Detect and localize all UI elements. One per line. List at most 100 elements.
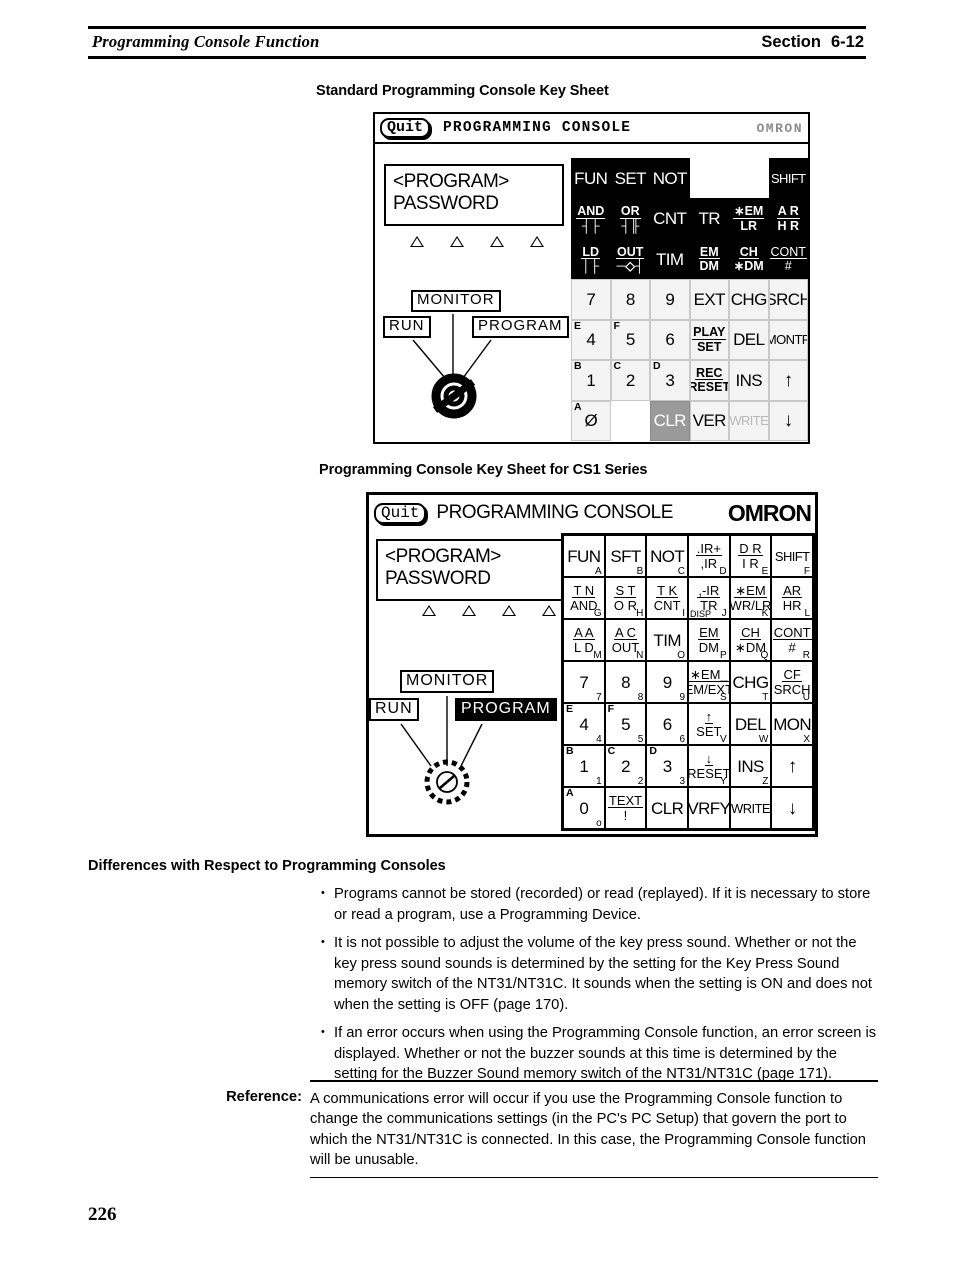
- key-stacked-label: A AL D: [573, 626, 595, 654]
- key-3[interactable]: D33: [646, 745, 688, 787]
- quit-button[interactable]: Quit: [380, 118, 431, 138]
- key-8[interactable]: 88: [604, 661, 647, 703]
- key-6[interactable]: 6: [650, 319, 690, 361]
- key-write[interactable]: WRITE: [729, 787, 772, 829]
- key-label: SHIFT: [770, 170, 806, 186]
- key-blank[interactable]: ↑: [771, 745, 813, 787]
- key-play-set[interactable]: PLAY SET: [689, 319, 729, 361]
- key-stacked-label: OR ┤╟: [619, 205, 641, 232]
- differences-section: Differences with Respect to Programming …: [88, 858, 878, 1093]
- key-blank[interactable]: AØ: [571, 400, 611, 441]
- key-a-c-out[interactable]: A C OUT N: [604, 619, 647, 661]
- key-alpha-label: L: [804, 608, 810, 619]
- key-tim[interactable]: TIM: [650, 238, 690, 280]
- standard-keypad-grid: FUN SET NOT SHIFT AND ┤├ OR ┤╟ CNT TR ∗EM LR A RH R L…: [571, 158, 808, 441]
- key-label: DEL: [734, 714, 767, 734]
- key-a-a-l-d[interactable]: A AL DM: [563, 619, 605, 661]
- key-5[interactable]: F55: [604, 703, 647, 745]
- key-s-t-o-r[interactable]: S TO RH: [604, 577, 647, 619]
- key-t-k-cnt[interactable]: T K CNT I: [646, 577, 688, 619]
- key-shift[interactable]: SHIFT: [768, 158, 808, 199]
- key-upper-label: S T: [614, 583, 637, 598]
- key-write[interactable]: WRITE: [729, 400, 769, 441]
- key-cont[interactable]: CONT # R: [771, 619, 813, 661]
- key-ch-dm[interactable]: CH ∗DM Q: [729, 619, 772, 661]
- key-em-em-ext[interactable]: ∗EM_EM/EXTS: [688, 661, 730, 703]
- key-em-dm[interactable]: EM DM P: [688, 619, 730, 661]
- key-6[interactable]: 66: [646, 703, 688, 745]
- quit-button[interactable]: Quit: [374, 502, 427, 524]
- key-clr[interactable]: CLR: [646, 787, 688, 829]
- key-7[interactable]: 77: [563, 661, 605, 703]
- key-vrfy[interactable]: VRFY: [688, 787, 730, 829]
- key-del[interactable]: DEL: [729, 319, 769, 361]
- key-2[interactable]: C22: [604, 745, 647, 787]
- key-2[interactable]: C2: [610, 360, 650, 401]
- key-label: 0: [579, 798, 589, 818]
- key-chg[interactable]: CHG T: [729, 661, 772, 703]
- key-label: TIM: [653, 630, 681, 650]
- key-cnt[interactable]: CNT: [650, 198, 690, 239]
- key-ar-hr[interactable]: AR HR L: [771, 577, 813, 619]
- mode-selector-knob[interactable]: [383, 290, 565, 430]
- key-sft[interactable]: SFT B: [604, 535, 647, 577]
- key-blank[interactable]: ↓: [768, 400, 808, 441]
- key-tim[interactable]: TIM O: [646, 619, 688, 661]
- key-clr[interactable]: CLR: [650, 400, 690, 441]
- key-9[interactable]: 99: [646, 661, 688, 703]
- key-label: 5: [621, 714, 630, 734]
- key-del[interactable]: DEL W: [729, 703, 772, 745]
- key-blank[interactable]: ↓: [771, 787, 813, 829]
- key-montr[interactable]: MONTR: [768, 319, 808, 361]
- key-lower-label: #: [784, 259, 792, 274]
- key-ch-dm[interactable]: CH ∗DM: [729, 238, 769, 280]
- key-fun[interactable]: FUN: [571, 158, 611, 199]
- key-out[interactable]: OUT ─◇┤: [610, 238, 650, 280]
- key-ins[interactable]: INS: [729, 360, 769, 401]
- key-1[interactable]: B1: [571, 360, 611, 401]
- key-4[interactable]: E4: [571, 319, 611, 361]
- key-blank[interactable]: ↑: [768, 360, 808, 401]
- key-em-wr-lr[interactable]: ∗EM WR/LR K: [729, 577, 772, 619]
- key-fun[interactable]: FUN A: [563, 535, 605, 577]
- key-tr[interactable]: TR: [689, 198, 729, 239]
- key-cf-srch[interactable]: CF SRCH U: [771, 661, 813, 703]
- mode-selector-knob[interactable]: [369, 670, 559, 830]
- key-1[interactable]: B11: [563, 745, 605, 787]
- key-set[interactable]: ↑ SET V: [688, 703, 730, 745]
- key-a-r-h-r[interactable]: A RH R: [768, 198, 808, 239]
- key-em-lr[interactable]: ∗EM LR: [729, 198, 769, 239]
- key-ext[interactable]: EXT: [689, 279, 729, 320]
- key-shift[interactable]: SHIFT F: [771, 535, 813, 577]
- key-8[interactable]: 8: [610, 279, 650, 320]
- key-7[interactable]: 7: [571, 279, 611, 320]
- key-and[interactable]: AND ┤├: [571, 198, 611, 239]
- key-rec-reset[interactable]: REC RESET: [689, 360, 729, 401]
- key-srch[interactable]: SRCH: [768, 279, 808, 320]
- key-label: 4: [586, 330, 596, 350]
- key-reset[interactable]: ↓ RESET Y: [688, 745, 730, 787]
- key-em-dm[interactable]: EM DM: [689, 238, 729, 280]
- key-or[interactable]: OR ┤╟: [610, 198, 650, 239]
- key-3[interactable]: D3: [650, 360, 690, 401]
- key-ir-tr[interactable]: ,-IR TR J DISP: [688, 577, 730, 619]
- key-9[interactable]: 9: [650, 279, 690, 320]
- key-not[interactable]: NOT C: [646, 535, 688, 577]
- key-5[interactable]: F5: [610, 319, 650, 361]
- key-4[interactable]: E44: [563, 703, 605, 745]
- key-chg[interactable]: CHG: [729, 279, 769, 320]
- key-0[interactable]: A0o: [563, 787, 605, 829]
- key-cont[interactable]: CONT #: [768, 238, 808, 280]
- key-d-r-i-r[interactable]: D RI RE: [729, 535, 772, 577]
- key-text[interactable]: TEXT!: [604, 787, 647, 829]
- key-ins[interactable]: INS Z: [729, 745, 772, 787]
- key-blank: [729, 158, 769, 199]
- key-ver[interactable]: VER: [689, 400, 729, 441]
- key-ir-ir[interactable]: .IR+ ,IR D: [688, 535, 730, 577]
- key-t-n-and[interactable]: T N AND G: [563, 577, 605, 619]
- key-ld[interactable]: LD │├: [571, 238, 611, 280]
- key-set[interactable]: SET: [610, 158, 650, 199]
- key-mon[interactable]: MON X: [771, 703, 813, 745]
- key-stacked-label: CH ∗DM: [734, 246, 764, 273]
- key-not[interactable]: NOT: [650, 158, 690, 199]
